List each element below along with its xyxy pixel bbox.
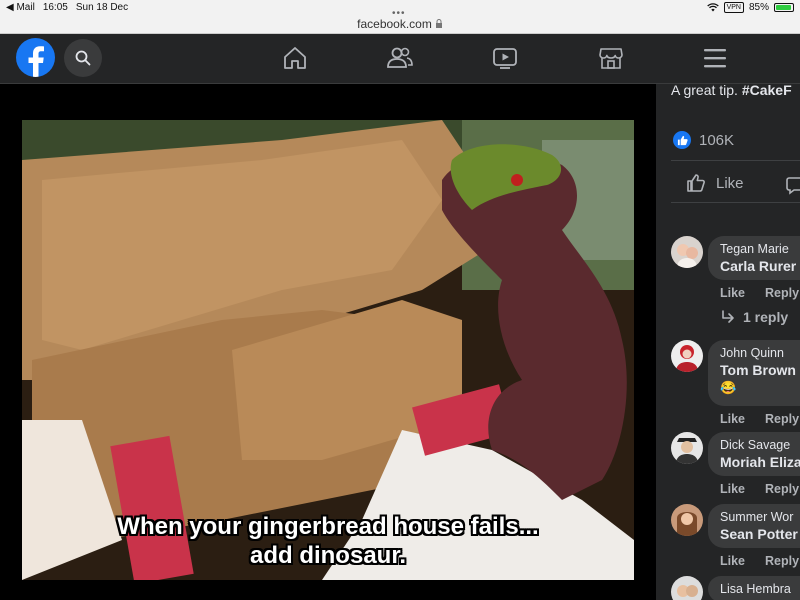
home-tab[interactable] [280, 43, 310, 73]
caption-line-2: add dinosaur. [249, 542, 407, 569]
comment-reply-link[interactable]: Reply [765, 286, 799, 300]
search-icon [75, 50, 91, 66]
photo-viewer: When your gingerbread house fails... add… [0, 84, 656, 600]
marketplace-tab[interactable] [596, 43, 626, 73]
thumbs-up-icon [687, 174, 705, 192]
post-side-panel: A great tip. #CakeF 106K Like Tegan Mari… [656, 84, 800, 600]
friends-icon [387, 47, 413, 68]
comment-mention[interactable]: Sean Potter [720, 526, 800, 542]
watch-tab[interactable] [490, 43, 520, 73]
comment-like-link[interactable]: Like [720, 482, 745, 496]
menu-tab[interactable] [700, 43, 730, 73]
wifi-icon [706, 2, 719, 11]
comment-author[interactable]: Dick Savage [720, 438, 800, 452]
reply-arrow-icon [722, 310, 734, 323]
comment-author[interactable]: Tegan Marie [720, 242, 800, 256]
comment-actions: Like Reply [720, 412, 799, 426]
comment-like-link[interactable]: Like [720, 286, 745, 300]
reaction-summary[interactable]: 106K [673, 131, 734, 149]
vpn-badge: VPN [723, 1, 744, 13]
comment-reply-link[interactable]: Reply [765, 482, 799, 496]
status-time: 16:05 [42, 1, 68, 13]
avatar[interactable] [671, 504, 703, 536]
reaction-count: 106K [699, 131, 735, 149]
comment-bubble: Lisa Hembra [708, 576, 800, 600]
browser-url-bar[interactable]: ••• facebook.com [0, 8, 800, 34]
photo-caption: When your gingerbread house fails... add… [22, 512, 634, 570]
comment-bubble: Summer Wor Sean Potter [708, 504, 800, 548]
facebook-logo-icon[interactable] [16, 38, 55, 77]
comment-mention[interactable]: Tom Brown [720, 362, 800, 378]
lock-icon [435, 19, 442, 28]
post-text: A great tip. #CakeF [671, 84, 792, 98]
friends-tab[interactable] [385, 43, 415, 73]
comment-reply-link[interactable]: Reply [765, 412, 799, 426]
like-button[interactable]: Like [686, 173, 744, 193]
laughing-emoji: 😂 [720, 380, 737, 395]
comment-reply-link[interactable]: Reply [765, 554, 799, 568]
browser-menu-dots[interactable]: ••• [392, 8, 406, 19]
view-replies-link[interactable]: 1 reply [721, 309, 788, 325]
comment-bubble: Dick Savage Moriah Eliza [708, 432, 800, 476]
comment-mention[interactable]: Carla Rurer [720, 258, 800, 274]
gingerbread-dinosaur-image [22, 120, 634, 580]
video-icon [493, 48, 517, 69]
replies-count: 1 reply [743, 309, 789, 325]
status-date: Sun 18 Dec [75, 1, 129, 13]
hashtag-link[interactable]: #CakeF [742, 84, 792, 98]
comment-actions: Like Reply [720, 286, 799, 300]
comment-actions: Like Reply [720, 554, 799, 568]
comment-icon [786, 177, 800, 195]
avatar[interactable] [671, 340, 703, 372]
hamburger-menu-icon [704, 49, 726, 68]
facebook-top-nav [0, 34, 800, 84]
comment-mention[interactable]: Moriah Eliza [720, 454, 800, 470]
comment-like-link[interactable]: Like [720, 412, 745, 426]
caption-line-1: When your gingerbread house fails... [117, 513, 539, 540]
comment-button[interactable] [786, 175, 800, 200]
post-photo[interactable]: When your gingerbread house fails... add… [22, 120, 634, 580]
search-button[interactable] [64, 39, 102, 77]
comment-actions: Like Reply [720, 482, 799, 496]
divider [671, 202, 800, 203]
comment-bubble: John Quinn Tom Brown 😂 [708, 340, 800, 406]
post-text-body: A great tip. [671, 84, 742, 98]
comment-author[interactable]: Lisa Hembra [720, 582, 800, 596]
like-button-label: Like [716, 174, 744, 192]
like-reaction-icon [673, 131, 691, 149]
marketplace-icon [599, 48, 623, 69]
comment-author[interactable]: John Quinn [720, 346, 800, 360]
avatar[interactable] [671, 236, 703, 268]
battery-icon [774, 2, 794, 12]
comment-author[interactable]: Summer Wor [720, 510, 800, 524]
comment-bubble: Tegan Marie Carla Rurer [708, 236, 800, 280]
comment-like-link[interactable]: Like [720, 554, 745, 568]
home-icon [284, 47, 306, 69]
avatar[interactable] [671, 432, 703, 464]
back-to-mail-link[interactable]: ◀ Mail [6, 2, 35, 13]
battery-percent: 85% [748, 1, 769, 13]
avatar[interactable] [671, 576, 703, 600]
divider [671, 160, 800, 161]
